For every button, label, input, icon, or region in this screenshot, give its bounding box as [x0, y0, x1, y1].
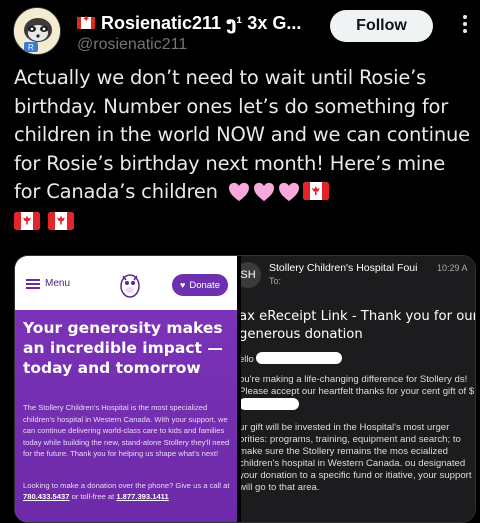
cta-text: Looking to make a donation over the phon…: [23, 480, 230, 490]
redaction: [256, 352, 343, 364]
email-sender: Stollery Children's Hospital Foui: [269, 262, 418, 274]
emoji-row: [228, 182, 331, 202]
svg-text:R: R: [28, 43, 34, 52]
pink-heart-icon: [253, 182, 274, 202]
heart-icon: ♥: [180, 280, 186, 290]
hero-body: The Stollery Children's Hospital is the …: [23, 403, 230, 458]
hero-title: Your generosity makes an incredible impa…: [23, 319, 223, 377]
site-nav: Menu ♥ Donate: [15, 256, 237, 310]
more-options-icon[interactable]: [455, 12, 475, 36]
site-hero: Your generosity makes an incredible impa…: [15, 310, 237, 522]
greeting-text: ello: [241, 354, 254, 365]
pink-heart-icon: [278, 182, 299, 202]
email-time: 10:29 A: [437, 263, 468, 273]
phone-link: 780.433.5437: [23, 492, 70, 501]
email-paragraph-1: ou're making a life-changing difference …: [241, 374, 475, 397]
email-body: ou're making a life-changing difference …: [241, 374, 475, 504]
raccoon-avatar-icon: R: [14, 8, 60, 54]
media-image-website[interactable]: Menu ♥ Donate Your generosity makes an i…: [15, 256, 237, 522]
cta-tollfree: or toll-free at: [71, 492, 115, 501]
email-header: SH Stollery Children's Hospital Foui 10:…: [241, 256, 475, 300]
hamburger-menu-icon: [26, 279, 40, 289]
author-display-name[interactable]: Rosienatic211 ງ¹ 3x G...: [101, 13, 301, 34]
tweet-media[interactable]: Menu ♥ Donate Your generosity makes an i…: [14, 255, 476, 523]
redaction: [241, 398, 299, 410]
email-to: To:: [269, 276, 282, 286]
stollery-logo-icon: [120, 274, 140, 298]
pink-heart-icon: [228, 182, 249, 202]
follow-button[interactable]: Follow: [330, 10, 433, 42]
tweet-text: Actually we don’t need to wait until Ros…: [14, 64, 472, 235]
email-subject: ax eReceipt Link - Thank you for our gen…: [241, 309, 475, 342]
canada-flag-icon: [48, 211, 74, 230]
hero-cta: Looking to make a donation over the phon…: [23, 480, 230, 503]
media-image-email[interactable]: SH Stollery Children's Hospital Foui 10:…: [241, 256, 475, 522]
canada-flag-icon: [14, 211, 40, 230]
email-greeting: ello: [241, 352, 343, 365]
menu-label: Menu: [45, 278, 71, 289]
email-paragraph: ou're making a life-changing difference …: [241, 374, 475, 412]
canada-flag-icon: [302, 182, 329, 200]
tollfree-link: 1.877.393.1411: [116, 492, 169, 501]
sender-avatar: SH: [241, 262, 261, 288]
author-avatar[interactable]: R: [13, 7, 61, 55]
canada-flag-icon: [77, 14, 95, 29]
donate-button: ♥ Donate: [172, 274, 228, 296]
donate-label: Donate: [189, 279, 220, 291]
email-paragraph-2: ur gift will be invested in the Hospital…: [241, 422, 472, 493]
